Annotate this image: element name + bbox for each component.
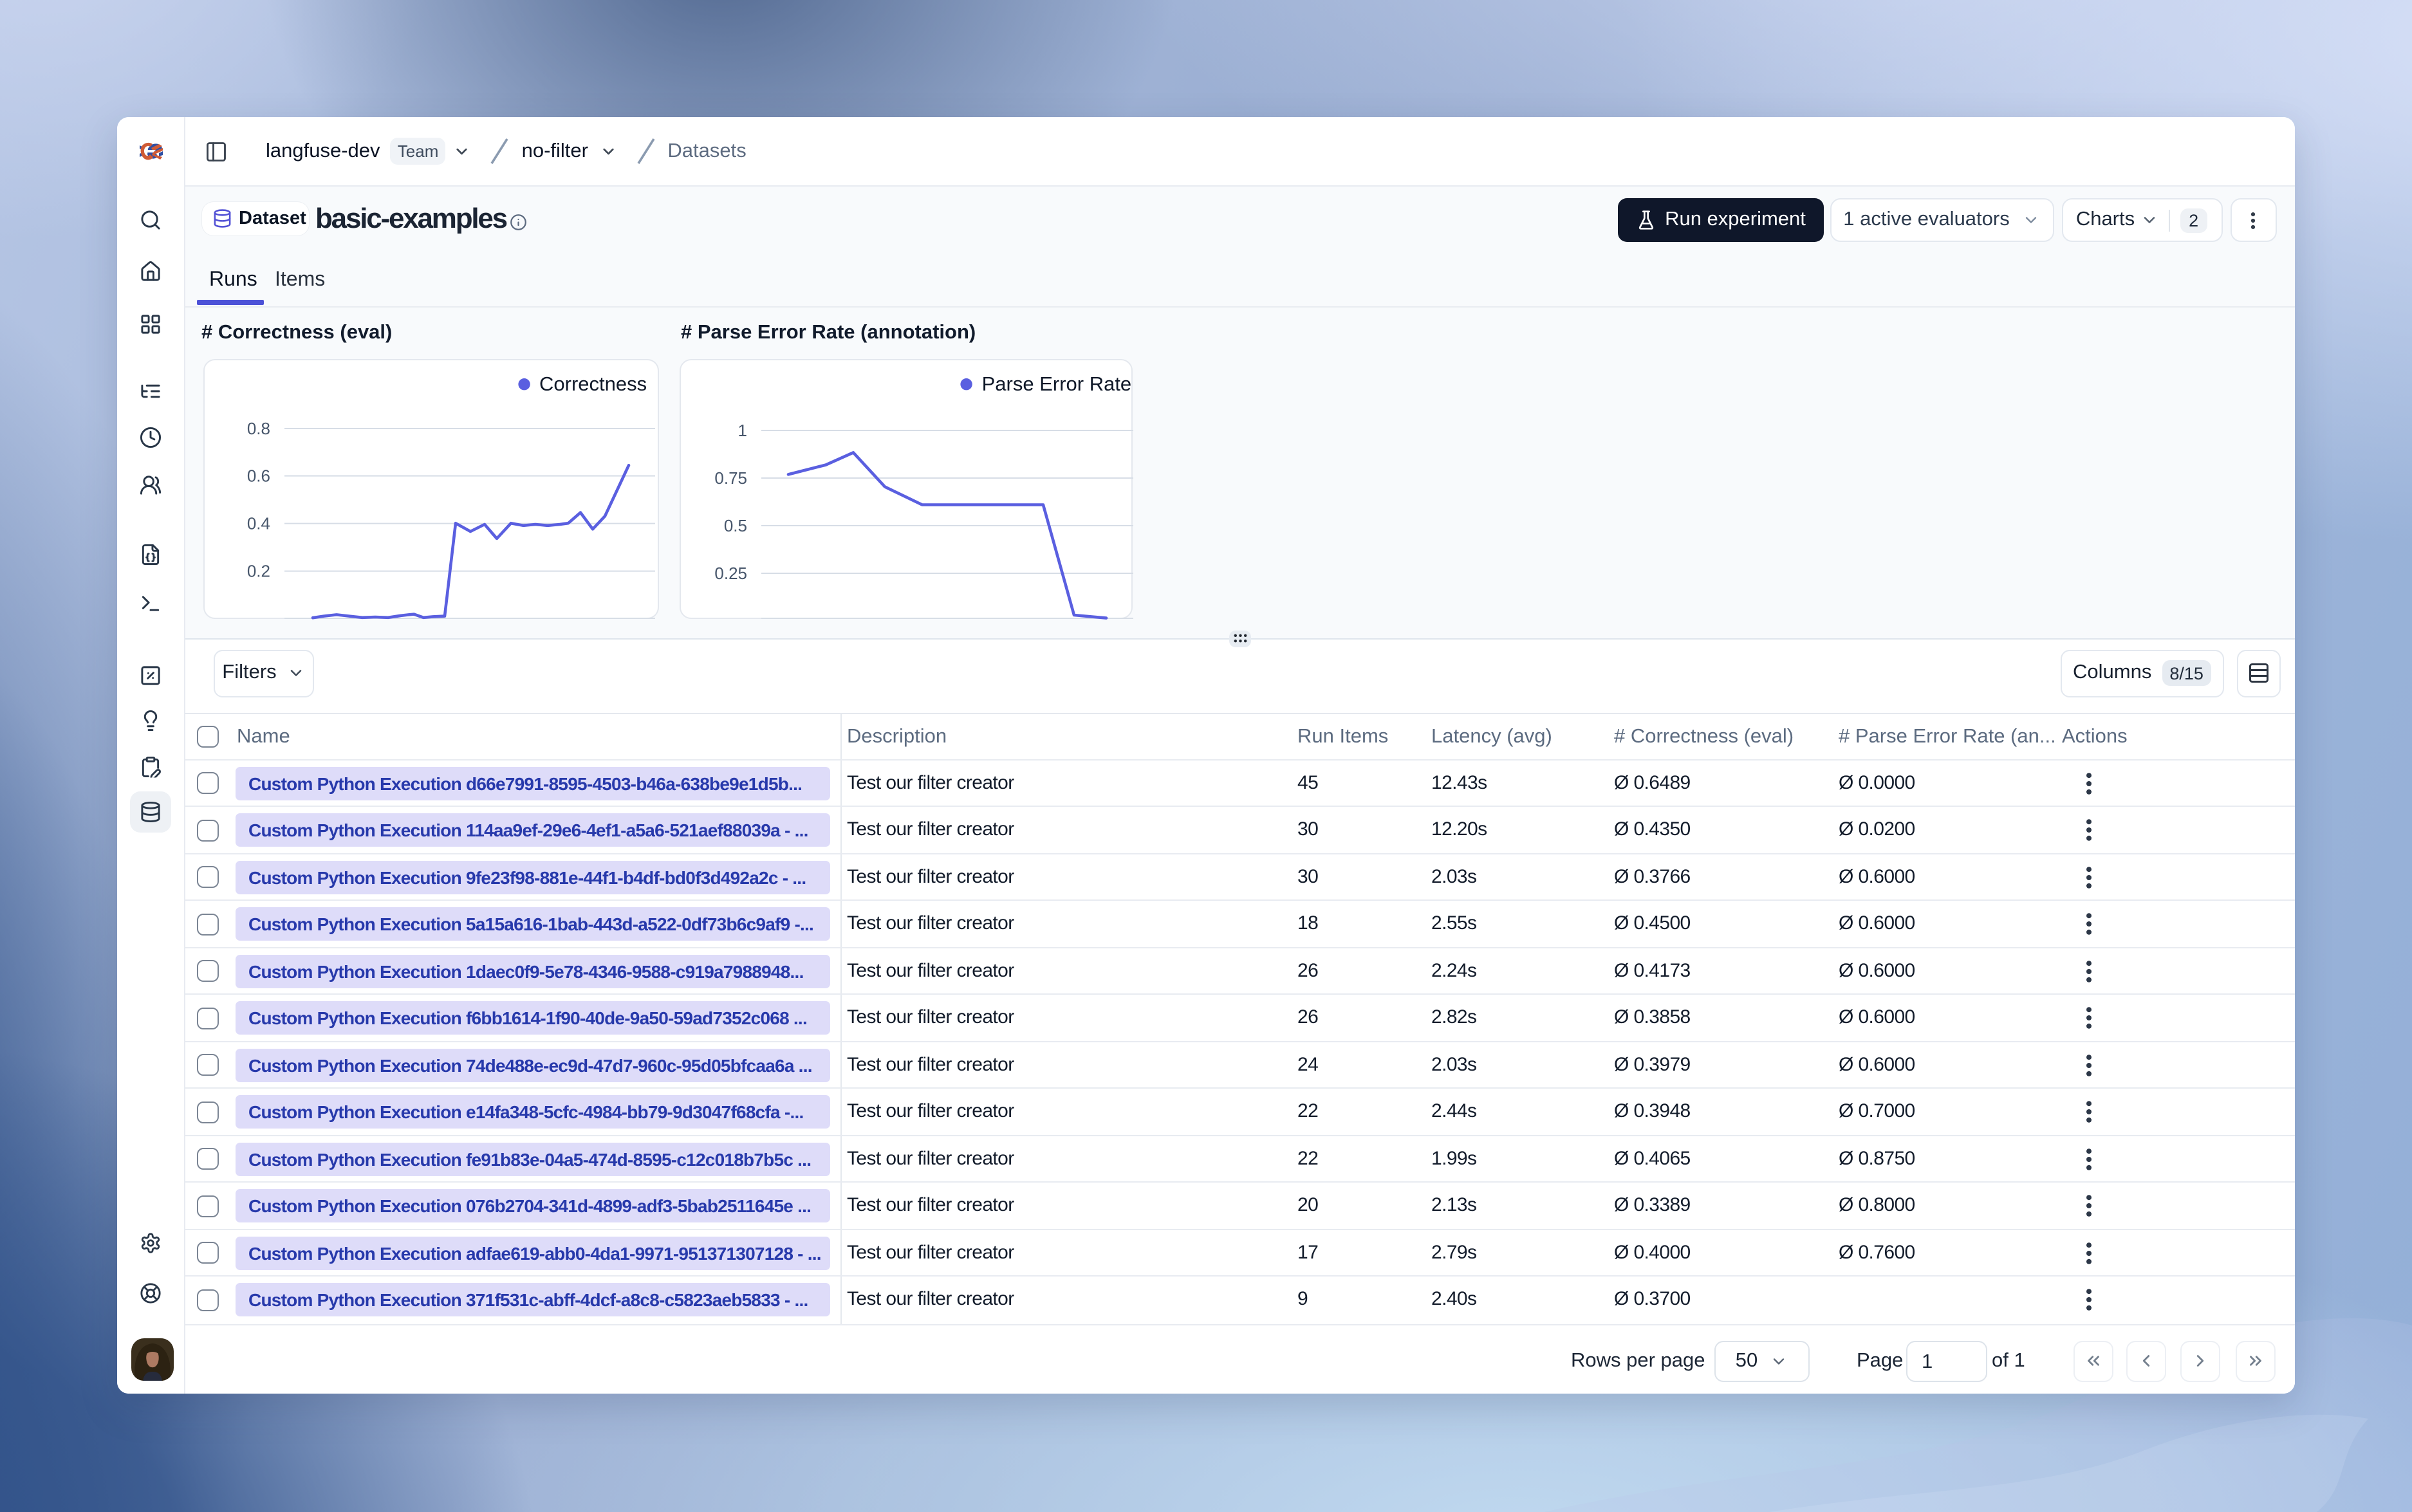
svg-text:0.4: 0.4 [246, 513, 270, 533]
svg-text:0.2: 0.2 [246, 561, 270, 580]
svg-text:0.5: 0.5 [723, 515, 747, 535]
svg-text:1: 1 [738, 420, 747, 439]
svg-text:0.6: 0.6 [246, 466, 270, 485]
svg-text:Parse Error Rate: Parse Error Rate [981, 372, 1131, 394]
svg-text:Correctness: Correctness [539, 372, 646, 394]
svg-text:0.8: 0.8 [246, 418, 270, 438]
svg-text:0.25: 0.25 [714, 563, 747, 582]
svg-text:0.75: 0.75 [714, 468, 747, 487]
